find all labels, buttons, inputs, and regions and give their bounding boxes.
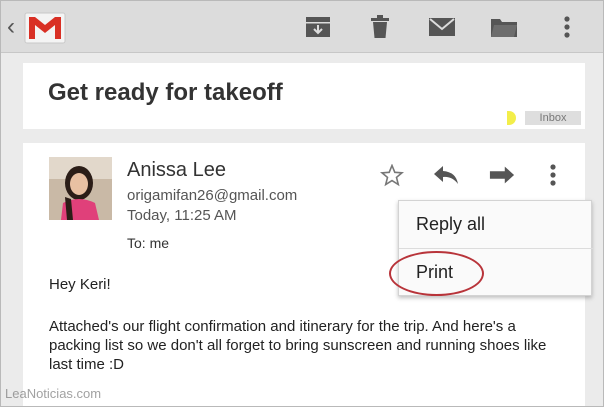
watermark: LeaNoticias.com (5, 386, 102, 401)
inbox-label[interactable]: Inbox (525, 111, 581, 125)
archive-icon[interactable] (303, 13, 333, 41)
gmail-screen: ‹ Get ready for takeoff Inbox Anissa Lee… (0, 0, 604, 407)
menu-item-reply-all[interactable]: Reply all (399, 201, 593, 248)
move-to-folder-icon[interactable] (489, 13, 519, 41)
recipient-line[interactable]: To: me (127, 235, 169, 251)
sender-email: origamifan26@gmail.com (127, 187, 298, 204)
message-body: Attached's our flight confirmation and i… (49, 318, 547, 373)
back-chevron-icon[interactable]: ‹ (7, 13, 21, 41)
action-bar: ‹ (1, 1, 603, 53)
avatar[interactable] (49, 157, 112, 220)
reply-icon[interactable] (433, 163, 459, 187)
forward-icon[interactable] (489, 163, 515, 187)
sent-time: Today, 11:25 AM (127, 207, 237, 224)
gmail-logo-icon[interactable] (23, 5, 67, 47)
sender-name: Anissa Lee (127, 159, 226, 181)
message-overflow-icon[interactable] (545, 163, 561, 187)
subject-title: Get ready for takeoff (48, 79, 283, 106)
overflow-menu-icon[interactable] (557, 13, 577, 41)
star-icon[interactable] (379, 163, 405, 187)
mark-unread-icon[interactable] (427, 13, 457, 41)
trash-icon[interactable] (365, 13, 395, 41)
subject-card: Get ready for takeoff Inbox (23, 63, 585, 129)
label-marker (507, 111, 516, 125)
print-highlight-circle (389, 251, 484, 296)
